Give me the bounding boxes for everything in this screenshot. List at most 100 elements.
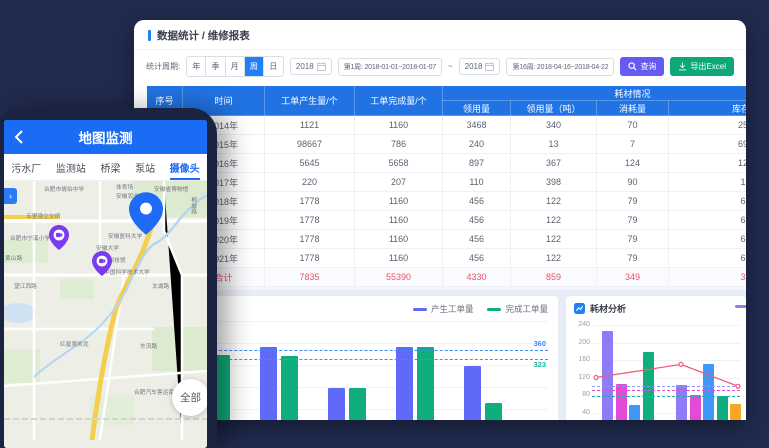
material-bar-line-chart: 2402001601208040 [574, 318, 740, 420]
phone-tab-3[interactable]: 桥梁 [100, 154, 120, 180]
cell: 220 [265, 173, 355, 192]
cell: 1778 [265, 192, 355, 211]
end-year-select[interactable]: 2018 [459, 58, 501, 75]
legend-dash-icon [487, 308, 501, 311]
phone-tab-1[interactable]: 污水厂 [11, 154, 41, 180]
export-excel-button[interactable]: 导出Excel [670, 57, 734, 76]
start-week-select[interactable]: 第1周: 2018-01-01~2018-01-07 [338, 58, 442, 76]
segment-2[interactable]: 季 [206, 57, 225, 76]
cell: 122 [511, 192, 597, 211]
legend-item[interactable]: 完成工单量 [487, 303, 548, 315]
map-expand-button[interactable]: › [4, 188, 17, 204]
sub-header: 领用量（吨） [511, 101, 597, 116]
cell: 53 [511, 287, 597, 291]
chart-icon [574, 303, 585, 314]
cell: 79 [597, 211, 669, 230]
cell: 67 [669, 249, 747, 268]
phone-tabs: 污水厂监测站桥梁泵站摄像头 [4, 154, 207, 181]
map-label: 太湖路 [152, 281, 169, 290]
back-button[interactable] [14, 130, 23, 149]
map-label: 黄山路 [5, 253, 22, 262]
cell: 55390 [355, 268, 443, 287]
cell: 90 [597, 173, 669, 192]
selected-location-pin[interactable] [129, 192, 163, 240]
bar-完成工单量[interactable] [485, 403, 502, 420]
avg-row: 平均值35390305311114 [147, 287, 747, 291]
cell: 79 [597, 192, 669, 211]
calendar-icon [317, 62, 326, 71]
bar-完成工单量[interactable] [417, 347, 434, 421]
cell: 70 [597, 116, 669, 135]
bar-完成工单量[interactable] [349, 388, 366, 420]
table-row: 82021年177811604561227967 [147, 249, 747, 268]
camera-pin[interactable] [49, 225, 69, 255]
camera-pin[interactable] [92, 251, 112, 281]
end-week-select[interactable]: 第16周: 2018-04-16~2018-04-22 [506, 58, 614, 76]
download-icon [678, 62, 687, 71]
table-row: 52018年177811604561227967 [147, 192, 747, 211]
total-row: 合计783555390433085934933 [147, 268, 747, 287]
sub-header: 库存量 [669, 101, 747, 116]
bar-产生工单量[interactable] [396, 347, 413, 421]
phone-tab-5[interactable]: 摄像头 [170, 154, 200, 180]
table-row: 42017年2202071103989019 [147, 173, 747, 192]
charts-row: 产生工单量完成工单量 360323 耗材分析 2402001601208040 [134, 296, 746, 420]
segment-3[interactable]: 月 [226, 57, 245, 76]
bar-完成工单量[interactable] [281, 356, 298, 420]
map-label: 合肥市琥珀中学 [44, 184, 84, 193]
cell: 33 [669, 268, 747, 287]
cell: 456 [443, 192, 511, 211]
cell: 67 [669, 230, 747, 249]
phone-tab-4[interactable]: 泵站 [135, 154, 155, 180]
cell: 456 [443, 249, 511, 268]
cell: 7835 [265, 268, 355, 287]
cell: 786 [355, 135, 443, 154]
map-label: 体育场 [116, 182, 133, 191]
report-panel: 数据统计 / 维修报表 统计周期: 年季月周日 2018 第1周: 2018-0… [134, 20, 746, 290]
cell: 1121 [265, 116, 355, 135]
map-label: 五里墩立交桥 [26, 211, 60, 220]
cell: 3468 [443, 116, 511, 135]
cell: 1778 [265, 211, 355, 230]
cell: 110 [443, 173, 511, 192]
map-label: 红星美凯龙 [60, 339, 89, 348]
map-label: 合肥市宁溪小学 [10, 233, 50, 242]
phone-tab-2[interactable]: 监测站 [56, 154, 86, 180]
segment-5[interactable]: 日 [264, 57, 283, 76]
sub-header: 领用量 [443, 101, 511, 116]
cell: 67 [669, 192, 747, 211]
breadcrumb: 数据统计 / 维修报表 [157, 28, 250, 43]
map-view[interactable]: 合肥市琥珀中学体育场安徽农业大学安徽省博物馆五里墩立交桥合肥市宁溪小学安徽医科大… [4, 181, 207, 448]
chart1-legend: 产生工单量 完成工单量 [413, 303, 548, 315]
cell: 349 [597, 268, 669, 287]
phone-screen: 地图监测 污水厂监测站桥梁泵站摄像头 [4, 120, 207, 448]
bar-产生工单量[interactable] [464, 366, 481, 420]
legend-item[interactable]: 产生工单量 [413, 303, 474, 315]
cell: 240 [443, 135, 511, 154]
table-row: 32016年56455658897367124129 [147, 154, 747, 173]
chart2-header: 耗材分析 [566, 296, 746, 317]
accent-bar [148, 30, 151, 41]
segment-1[interactable]: 年 [187, 57, 206, 76]
legend-dash-icon [413, 308, 427, 311]
all-button[interactable]: 全部 [172, 379, 207, 416]
cell: 14 [669, 287, 747, 291]
phone-mockup: 地图监测 污水厂监测站桥梁泵站摄像头 [0, 108, 217, 448]
cell: 98667 [265, 135, 355, 154]
cell: 124 [597, 154, 669, 173]
dashboard-card: 数据统计 / 维修报表 统计周期: 年季月周日 2018 第1周: 2018-0… [134, 20, 746, 420]
segment-4[interactable]: 周 [245, 57, 264, 76]
bar-产生工单量[interactable] [260, 347, 277, 421]
legend-item-partial [735, 305, 746, 308]
bar-产生工单量[interactable] [328, 388, 345, 420]
cell: 5645 [265, 154, 355, 173]
phone-title: 地图监测 [79, 127, 133, 147]
start-year-select[interactable]: 2018 [290, 58, 332, 75]
query-button[interactable]: 查询 [620, 57, 664, 76]
chart2-title: 耗材分析 [590, 302, 626, 315]
range-separator: ~ [448, 62, 453, 71]
phone-header: 地图监测 [4, 120, 207, 154]
reference-label: 323 [533, 360, 546, 369]
cell: 456 [443, 211, 511, 230]
filter-bar: 统计周期: 年季月周日 2018 第1周: 2018-01-01~2018-01… [134, 50, 746, 83]
